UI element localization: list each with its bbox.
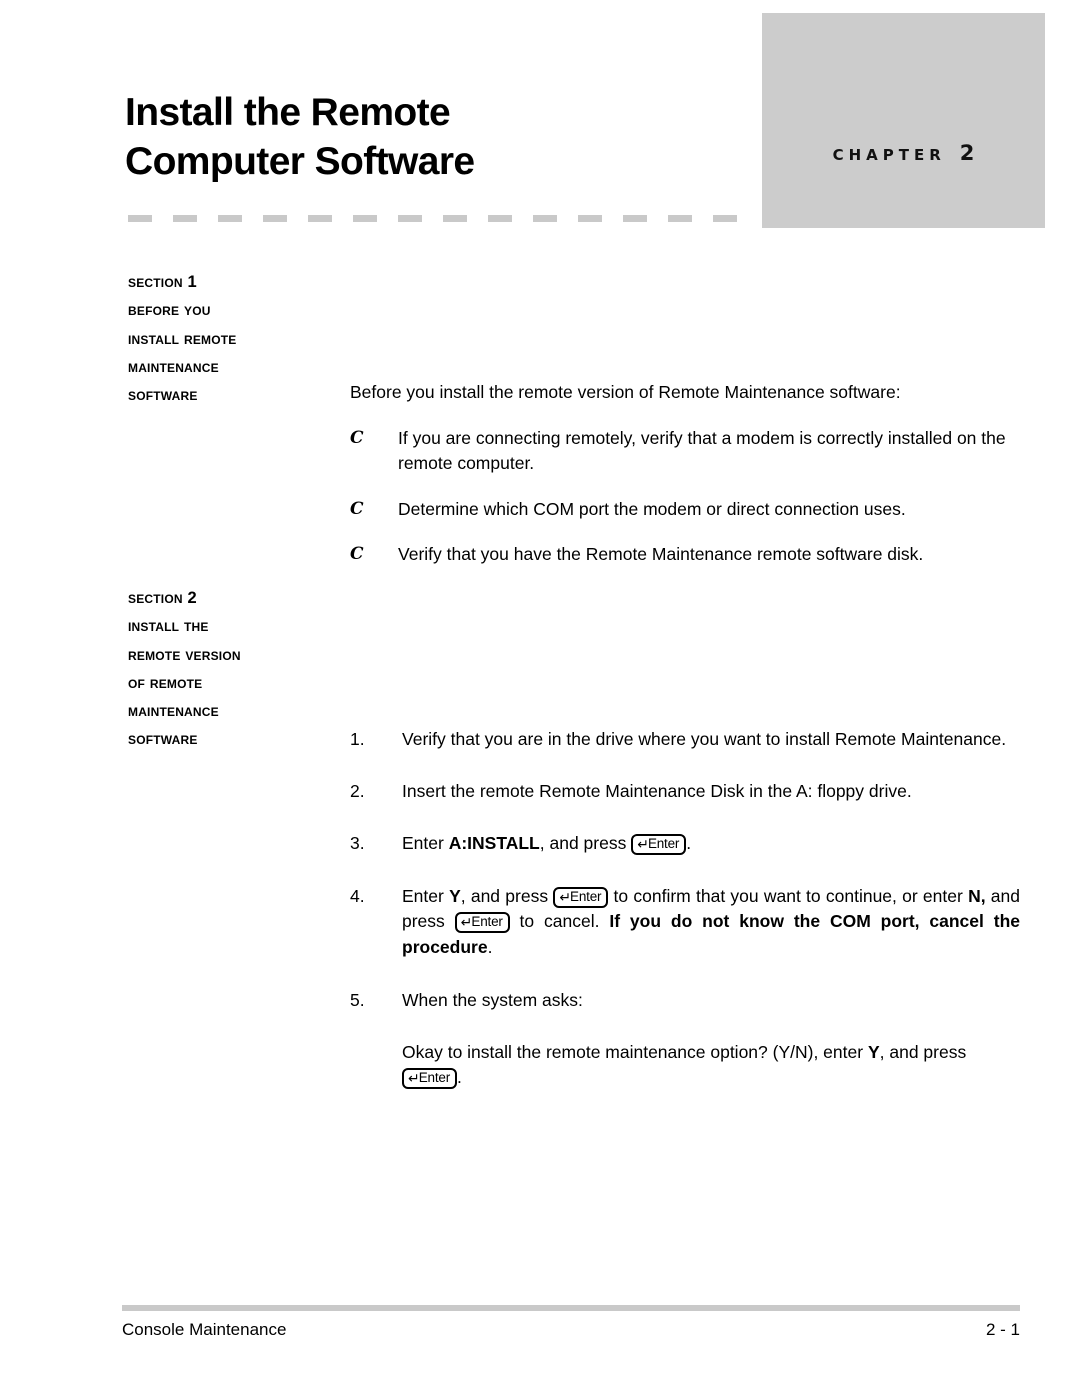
enter-key-label: Enter [471,914,503,929]
step-5-prompt: Okay to install the remote maintenance o… [402,1040,1020,1091]
enter-key-icon: ↵Enter [631,834,687,855]
step-number: 3. [350,833,365,853]
list-item: C If you are connecting remotely, verify… [350,426,1020,477]
chapter-number: 2 [959,141,975,165]
step-5-answer-yes: Y [867,1041,880,1062]
bullet-text: If you are connecting remotely, verify t… [398,427,1006,474]
step-number: 5. [350,990,365,1010]
step-number: 1. [350,729,365,749]
step-4-p5: to cancel. [509,911,610,931]
dashed-divider [128,215,758,222]
document-page: Chapter 2 Install the Remote Computer Sof… [0,0,1080,1397]
step-3-suffix: . [686,833,692,853]
bullet-icon: C [350,498,364,519]
step-4-p3: to confirm that you want to continue, or… [608,885,969,906]
step-3-mid: , and press [539,833,632,853]
page-title-line-2: Computer Software [125,140,475,184]
list-item: C Verify that you have the Remote Mainte… [350,542,1020,568]
footer-divider [122,1305,1020,1311]
step-5-sub-p1: Okay to install the remote maintenance o… [402,1041,868,1062]
footer-page-number: 2 - 1 [985,1320,1020,1339]
chapter-word: Chapter [832,141,946,165]
enter-key-icon: ↵Enter [402,1068,458,1089]
enter-arrow-icon: ↵ [460,914,473,930]
footer-document-name: Console Maintenance [122,1320,287,1339]
bullet-icon: C [350,427,364,448]
step-4-p2: , and press [460,885,554,906]
step-text: Enter Y, and press ↵Enter to confirm tha… [402,884,1020,961]
step-5-lead: When the system asks: [402,990,583,1010]
step-3-command: A:INSTALL [448,833,540,853]
section-2-heading: Section 2 Install the Remote Version of … [128,584,343,754]
enter-key-label: Enter [647,836,680,851]
list-item: 1. Verify that you are in the drive wher… [350,727,1020,753]
step-text: Enter A:INSTALL, and press ↵Enter. [402,831,1020,857]
section-2-heading-line-5: Maintenance [128,702,219,721]
section-1-heading-line-3: Install Remote [128,329,237,348]
list-item: 3. Enter A:INSTALL, and press ↵Enter. [350,831,1020,857]
section-2-heading-line-2: Install the [128,617,209,636]
step-text: When the system asks: Okay to install the… [402,988,1020,1091]
enter-arrow-icon: ↵ [408,1070,420,1086]
enter-key-label: Enter [418,1070,451,1085]
step-4-answer-no: N, [968,885,986,906]
section-1-heading-line-1: Section 1 [128,273,197,291]
section-1-heading: Section 1 Before You Install Remote Main… [128,268,343,409]
enter-key-label: Enter [570,888,602,904]
bullet-text: Verify that you have the Remote Maintena… [398,544,924,564]
step-5-sub-p2: , and press [879,1041,967,1062]
step-4-p6: . [487,936,493,957]
step-number: 4. [350,885,365,906]
page-title: Install the Remote Computer Software [125,88,725,186]
list-item: 2. Insert the remote Remote Maintenance … [350,779,1020,805]
section-2-body: 1. Verify that you are in the drive wher… [350,727,1020,1091]
enter-key-icon: ↵Enter [454,912,510,933]
section-2-heading-line-1: Section 2 [128,589,197,607]
section-2-step-list: 1. Verify that you are in the drive wher… [350,727,1020,1091]
step-4-answer-yes: Y [449,885,461,906]
enter-arrow-icon: ↵ [559,888,571,905]
section-1-bullet-list: C If you are connecting remotely, verify… [350,426,1020,568]
step-5-sub-p3: . [457,1067,462,1087]
step-number: 2. [350,780,365,801]
bullet-text: Determine which COM port the modem or di… [398,498,906,519]
chapter-banner: Chapter 2 [762,13,1045,228]
section-1-heading-line-5: Software [128,386,198,405]
step-text: Insert the remote Remote Maintenance Dis… [402,780,912,801]
enter-key-icon: ↵Enter [553,886,609,908]
section-1-heading-line-4: Maintenance [128,357,219,376]
section-1-body: Before you install the remote version of… [350,380,1020,568]
step-text: Verify that you are in the drive where y… [402,729,1007,749]
enter-arrow-icon: ↵ [637,836,649,852]
page-title-line-1: Install the Remote [125,91,451,135]
list-item: 5. When the system asks: Okay to install … [350,988,1020,1091]
chapter-label: Chapter 2 [762,141,1045,165]
section-2-heading-line-4: of Remote [128,673,203,692]
section-1-intro: Before you install the remote version of… [350,382,901,402]
step-3-prefix: Enter [402,833,449,853]
section-2-heading-line-6: Software [128,730,198,749]
list-item: C Determine which COM port the modem or … [350,497,1020,523]
bullet-icon: C [350,544,364,564]
section-1-heading-line-2: Before You [128,301,211,320]
list-item: 4. Enter Y, and press ↵Enter to confirm … [350,884,1020,961]
section-2-heading-line-3: Remote Version [128,645,241,664]
step-4-p1: Enter [402,885,450,906]
